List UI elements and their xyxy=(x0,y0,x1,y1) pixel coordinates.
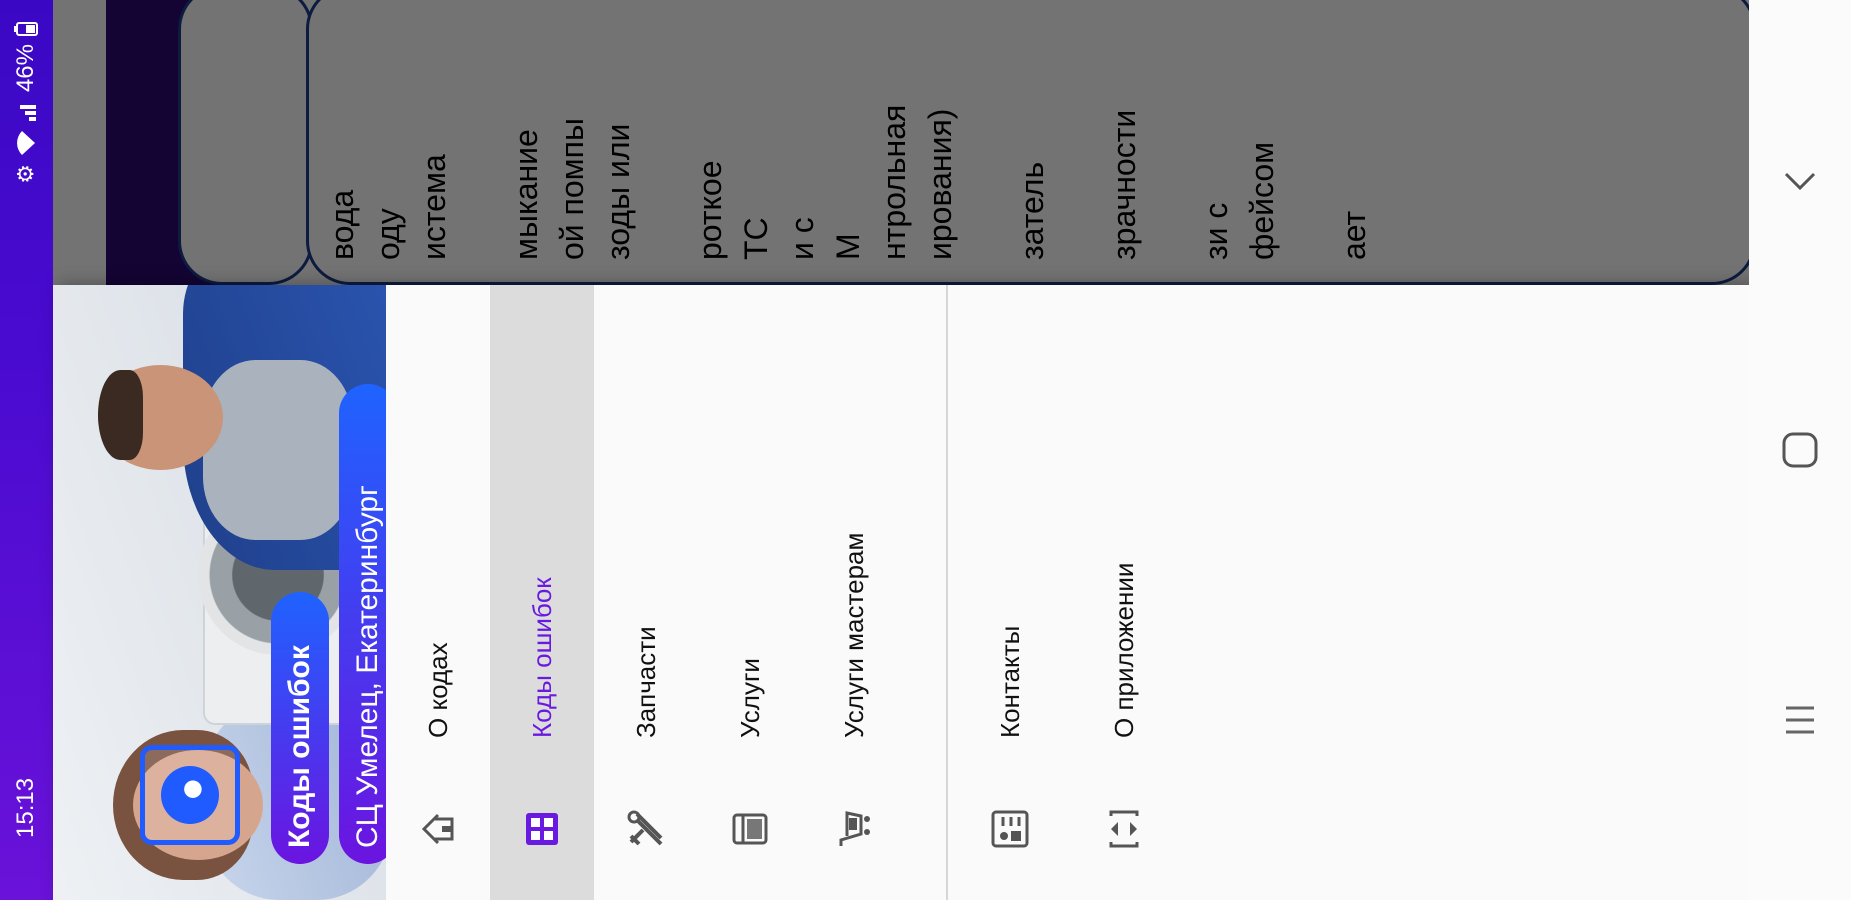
settings-icon: ⚙ xyxy=(13,164,38,184)
menu-item-error-codes[interactable]: Коды ошибок xyxy=(490,285,594,900)
wifi-icon xyxy=(15,130,37,156)
cart-icon xyxy=(833,794,875,864)
menu-item-about-app[interactable]: О приложении xyxy=(1072,285,1176,900)
tools-icon xyxy=(625,794,667,864)
home-icon xyxy=(418,794,458,864)
drawer-subtitle: СЦ Умелец, Екатеринбург xyxy=(339,384,386,864)
home-circle-icon[interactable] xyxy=(1775,425,1825,475)
menu-item-label: Услуги мастерам xyxy=(838,532,869,738)
signal-icon xyxy=(15,100,37,122)
menu-item-label: Запчасти xyxy=(630,626,661,738)
phone-screen: 15:13 ⚙ 46% водаодуистема мыканиеой помп… xyxy=(0,0,1851,900)
status-time: 15:13 xyxy=(12,777,39,838)
status-icons: ⚙ 46% xyxy=(12,22,40,184)
logo-swirl xyxy=(161,766,219,824)
system-nav-bar xyxy=(1749,0,1851,900)
menu-item-label: О приложении xyxy=(1108,562,1139,738)
back-chevron-icon[interactable] xyxy=(1775,155,1825,205)
menu-item-label: Коды ошибок xyxy=(526,577,557,738)
photo-repairman-shirt xyxy=(203,360,353,540)
menu-item-label: Контакты xyxy=(994,625,1025,738)
menu-item-master-services[interactable]: Услуги мастерам xyxy=(802,285,906,900)
menu-item-parts[interactable]: Запчасти xyxy=(594,285,698,900)
expand-icon xyxy=(1103,794,1145,864)
washer-icon xyxy=(730,794,770,864)
status-bar: 15:13 ⚙ 46% xyxy=(0,0,53,900)
code-grid-icon xyxy=(522,794,562,864)
recent-apps-icon[interactable] xyxy=(1775,695,1825,745)
menu-item-label: О кодах xyxy=(422,642,453,738)
menu-item-contacts[interactable]: Контакты xyxy=(948,285,1072,900)
drawer-header: Коды ошибок СЦ Умелец, Екатеринбург xyxy=(53,285,386,900)
drawer-title: Коды ошибок xyxy=(271,592,329,864)
navigation-drawer: Коды ошибок СЦ Умелец, Екатеринбург О ко… xyxy=(53,285,1749,900)
menu-item-about-codes[interactable]: О кодах xyxy=(386,285,490,900)
swirl-logo-icon xyxy=(140,745,240,845)
photo-repairman-hair xyxy=(98,370,143,460)
battery-icon xyxy=(14,22,38,36)
menu-item-services[interactable]: Услуги xyxy=(698,285,802,900)
battery-percent: 46% xyxy=(12,44,39,93)
contact-card-icon xyxy=(989,794,1031,864)
menu-item-label: Услуги xyxy=(734,658,765,738)
